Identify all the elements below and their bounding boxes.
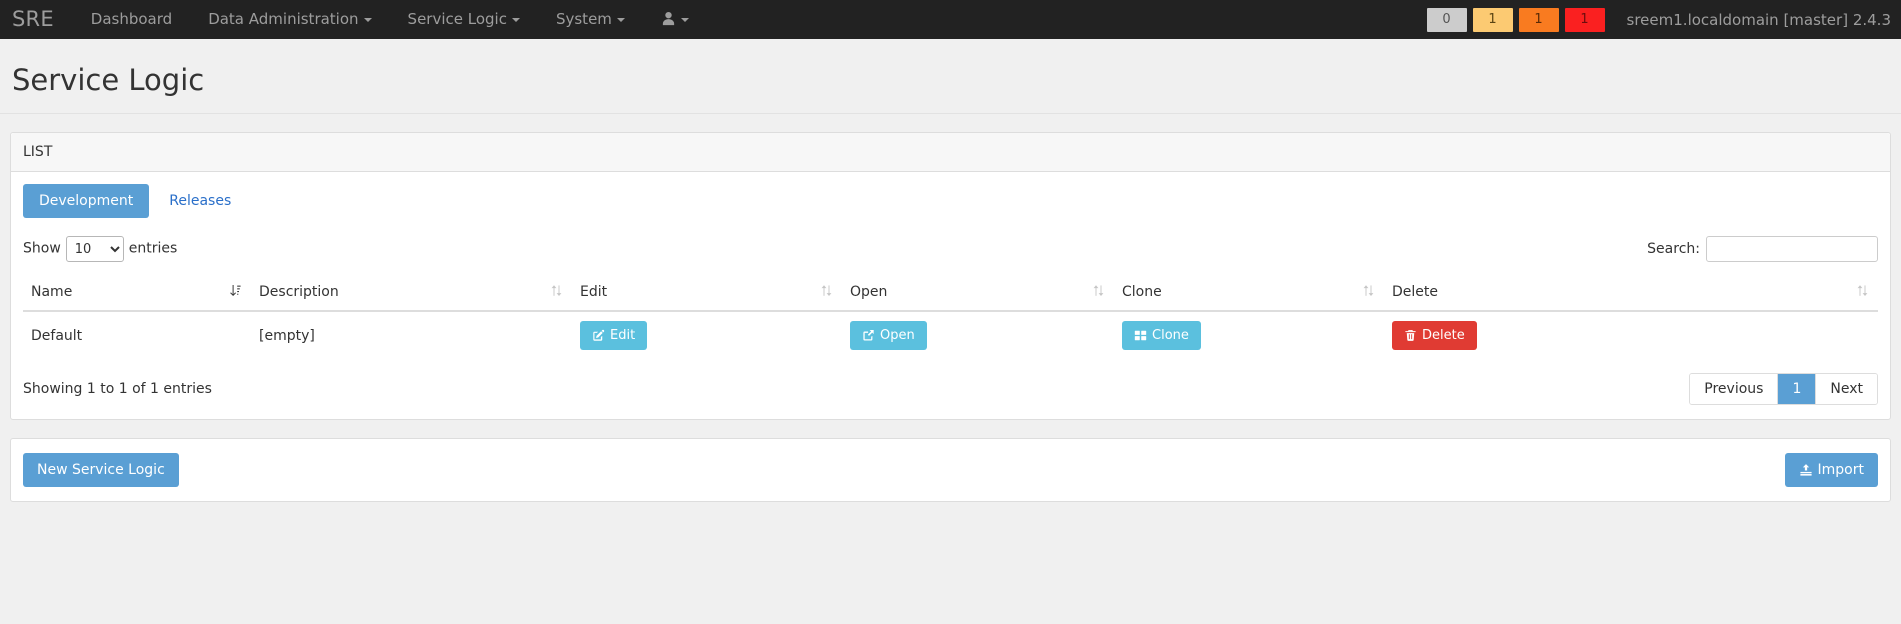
delete-button-label: Delete	[1422, 328, 1465, 343]
sort-both-icon[interactable]	[821, 284, 832, 302]
tab-bar: Development Releases	[23, 184, 1878, 218]
edit-button-label: Edit	[610, 328, 636, 343]
cell-open: Open	[842, 311, 1114, 359]
column-label: Description	[259, 284, 339, 300]
pagination-next[interactable]: Next	[1816, 374, 1877, 404]
top-navbar: SRE Dashboard Data Administration Servic…	[0, 0, 1901, 39]
page-header: Service Logic	[0, 39, 1901, 114]
nav-item-data-administration[interactable]: Data Administration	[190, 0, 389, 39]
cell-edit: Edit	[572, 311, 842, 359]
entries-label: entries	[128, 240, 178, 257]
cell-description: [empty]	[259, 327, 315, 344]
app-page: SRE Dashboard Data Administration Servic…	[0, 0, 1901, 624]
chevron-down-icon	[511, 18, 520, 22]
column-label: Clone	[1122, 284, 1162, 300]
import-button-label: Import	[1817, 462, 1864, 478]
column-header-description[interactable]: Description	[251, 276, 572, 312]
status-badge-yellow[interactable]: 1	[1472, 7, 1513, 32]
cell-delete: Delete	[1384, 311, 1878, 359]
column-label: Delete	[1392, 284, 1438, 300]
tab-development[interactable]: Development	[23, 184, 150, 218]
nav-item-dashboard[interactable]: Dashboard	[73, 0, 190, 39]
tab-label: Releases	[169, 193, 232, 209]
entries-length-control: Show102550100entries	[23, 236, 177, 262]
chevron-down-icon	[616, 18, 625, 22]
navbar-right-section: 0 1 1 1 sreem1.localdomain [master] 2.4.…	[1426, 0, 1901, 39]
nav-item-label: Dashboard	[90, 10, 173, 28]
pagination-page-1[interactable]: 1	[1778, 374, 1817, 404]
clone-button-label: Clone	[1152, 328, 1189, 343]
service-logic-table: Name Description Edit Open Clone Delete …	[23, 276, 1878, 359]
cell-clone: Clone	[1114, 311, 1384, 359]
th-large-icon	[1134, 329, 1147, 342]
external-link-icon	[862, 329, 875, 342]
sort-both-icon[interactable]	[1857, 284, 1868, 302]
actions-panel: New Service Logic Import	[10, 438, 1891, 502]
nav-item-user-menu[interactable]	[643, 0, 707, 39]
new-service-logic-button[interactable]: New Service Logic	[23, 453, 179, 487]
import-button[interactable]: Import	[1784, 453, 1878, 487]
column-header-delete[interactable]: Delete	[1384, 276, 1878, 312]
sort-desc-icon[interactable]	[230, 284, 241, 302]
main-nav: Dashboard Data Administration Service Lo…	[73, 0, 707, 39]
column-label: Open	[850, 284, 888, 300]
show-label: Show	[23, 240, 61, 257]
user-icon	[661, 2, 676, 41]
entries-select[interactable]: 102550100	[65, 236, 124, 262]
delete-button[interactable]: Delete	[1392, 321, 1477, 350]
chevron-down-icon	[363, 18, 372, 22]
search-input[interactable]	[1706, 236, 1878, 262]
table-head: Name Description Edit Open Clone Delete	[23, 276, 1878, 312]
nav-item-label: Service Logic	[407, 10, 507, 28]
search-control: Search:	[1647, 236, 1878, 262]
actions-bar: New Service Logic Import	[11, 439, 1890, 501]
pagination: Previous 1 Next	[1689, 373, 1878, 405]
status-badge-orange[interactable]: 1	[1518, 7, 1559, 32]
pencil-square-icon	[592, 329, 605, 342]
open-button[interactable]: Open	[850, 321, 927, 350]
column-header-clone[interactable]: Clone	[1114, 276, 1384, 312]
status-badge-red[interactable]: 1	[1564, 7, 1605, 32]
new-service-logic-label: New Service Logic	[37, 462, 165, 478]
cell-name: Default	[31, 327, 83, 344]
column-label: Edit	[580, 284, 608, 300]
open-button-label: Open	[880, 328, 915, 343]
pagination-previous[interactable]: Previous	[1690, 374, 1779, 404]
table-body: Default [empty] Edit Open Clone Delete	[23, 311, 1878, 359]
nav-item-label: Data Administration	[208, 10, 359, 28]
chevron-down-icon	[680, 18, 689, 22]
tab-releases[interactable]: Releases	[153, 184, 247, 218]
list-panel-heading: LIST	[11, 133, 1890, 172]
entries-info: Showing 1 to 1 of 1 entries	[23, 381, 212, 397]
column-header-name[interactable]: Name	[23, 276, 251, 312]
upload-icon	[1799, 463, 1813, 477]
table-row: Default [empty] Edit Open Clone Delete	[23, 311, 1878, 359]
nav-item-label: System	[555, 10, 612, 28]
list-panel-body: Development Releases Show102550100entrie…	[11, 172, 1890, 419]
column-header-open[interactable]: Open	[842, 276, 1114, 312]
sort-both-icon[interactable]	[1093, 284, 1104, 302]
table-header-row: Name Description Edit Open Clone Delete	[23, 276, 1878, 312]
search-label: Search:	[1647, 241, 1700, 257]
brand-logo[interactable]: SRE	[0, 0, 73, 39]
sort-both-icon[interactable]	[1363, 284, 1374, 302]
column-header-edit[interactable]: Edit	[572, 276, 842, 312]
nav-item-system[interactable]: System	[538, 0, 643, 39]
datatable-footer: Showing 1 to 1 of 1 entries Previous 1 N…	[23, 373, 1878, 405]
clone-button[interactable]: Clone	[1122, 321, 1201, 350]
nav-item-service-logic[interactable]: Service Logic	[390, 0, 538, 39]
status-badge-grey[interactable]: 0	[1426, 7, 1467, 32]
list-panel: LIST Development Releases Show102550100e…	[10, 132, 1891, 420]
page-title: Service Logic	[12, 63, 205, 97]
sort-both-icon[interactable]	[551, 284, 562, 302]
host-info-label: sreem1.localdomain [master] 2.4.3	[1626, 10, 1891, 29]
column-label: Name	[31, 284, 73, 300]
tab-label: Development	[39, 193, 134, 209]
trash-icon	[1404, 329, 1417, 342]
edit-button[interactable]: Edit	[580, 321, 648, 350]
datatable-controls: Show102550100entries Search:	[23, 236, 1878, 262]
